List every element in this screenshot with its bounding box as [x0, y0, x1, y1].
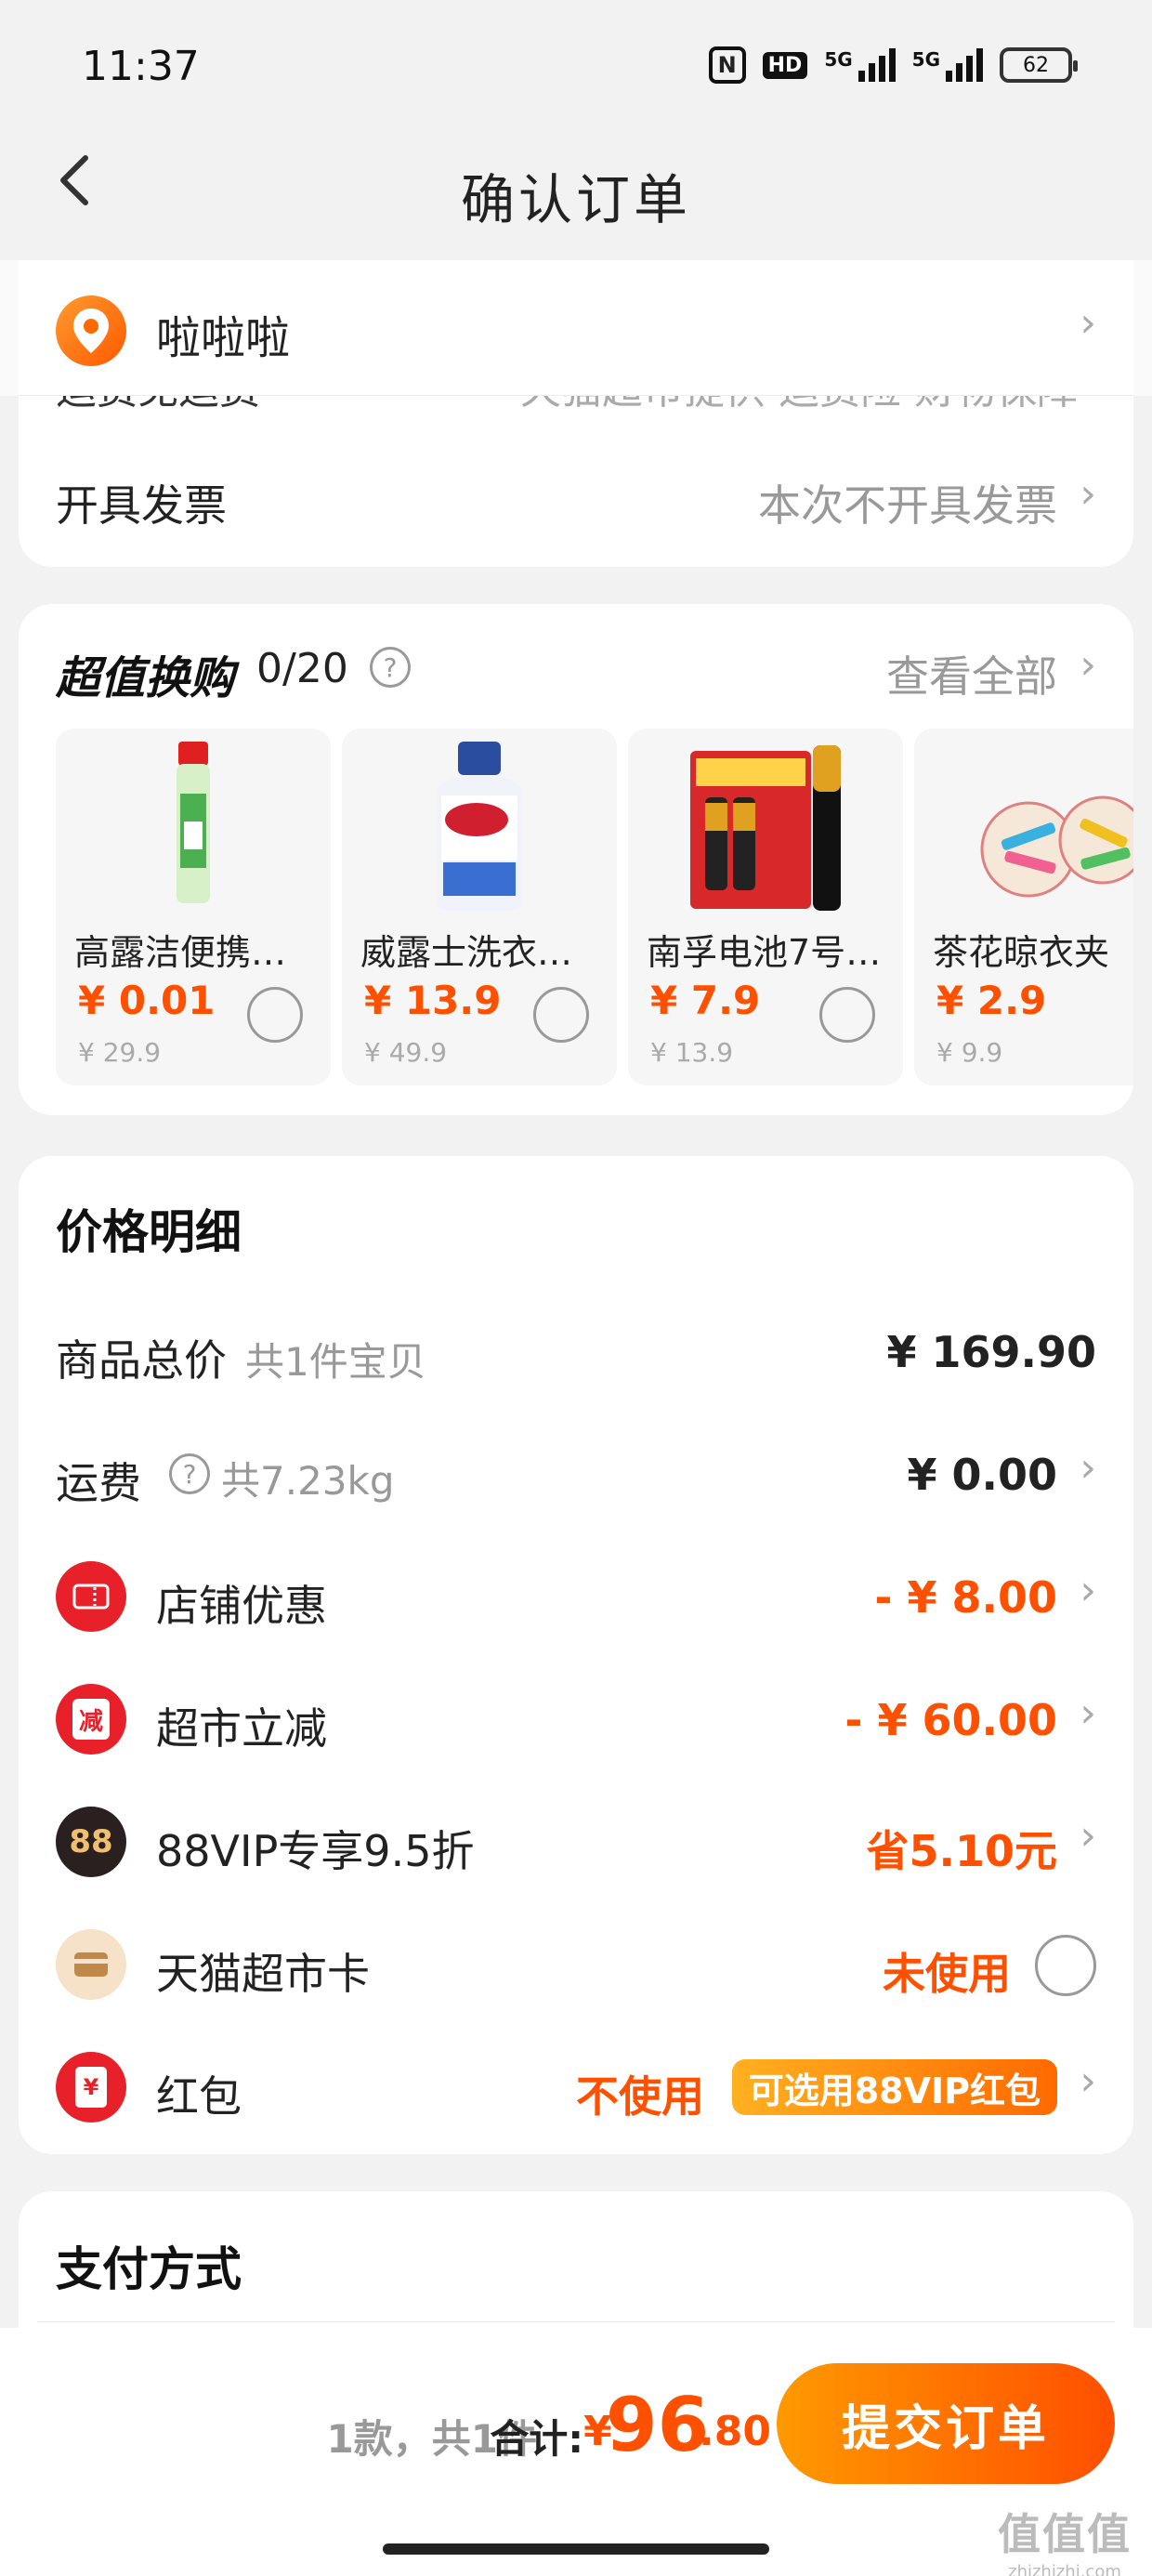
goods-total-row: 商品总价 共1件宝贝	[56, 1327, 426, 1388]
nfc-icon: N	[708, 46, 746, 84]
red-packet-value[interactable]: 不使用	[576, 2063, 704, 2124]
market-card-value: 未使用	[883, 1949, 1011, 1999]
product-name: 茶花晾衣夹	[933, 932, 1110, 973]
view-all-link[interactable]: 查看全部	[886, 643, 1057, 704]
battery-icon: 62	[1000, 47, 1078, 83]
swap-card: 超值换购 0/20 ? 查看全部 › 高露洁便携条装牙膏 ¥ 0.01 ¥ 29…	[19, 604, 1133, 1115]
chevron-right-icon: ›	[1080, 1689, 1096, 1737]
swap-product[interactable]: 高露洁便携条装牙膏 ¥ 0.01 ¥ 29.9	[56, 729, 331, 1085]
total-integer: 96	[606, 2382, 710, 2468]
chevron-right-icon: ›	[1080, 1812, 1096, 1860]
address-name: 啦啦啦	[156, 312, 291, 364]
market-discount-label: 超市立减	[156, 1703, 327, 1754]
signal-icon: 5G	[912, 48, 983, 82]
goods-total-label: 商品总价	[56, 1335, 227, 1386]
help-icon[interactable]: ?	[169, 1453, 210, 1494]
swap-count: 0/20	[256, 645, 348, 692]
price-detail-title: 价格明细	[56, 1205, 242, 1259]
address-row[interactable]: 啦啦啦 ›	[19, 260, 1133, 396]
invoice-label: 开具发票	[56, 480, 227, 531]
market-card-radio[interactable]	[1035, 1935, 1096, 1996]
invoice-value[interactable]: 本次不开具发票	[758, 472, 1057, 533]
shop-discount-label: 店铺优惠	[156, 1581, 327, 1631]
price-detail-card: 价格明细 商品总价 共1件宝贝 ¥ 169.90 运费 ? 共7.23kg ¥ 0…	[19, 1156, 1133, 2154]
vip-discount-label: 88VIP专享9.5折	[156, 1826, 475, 1876]
payment-title: 支付方式	[56, 2242, 242, 2296]
product-price: ¥ 0.01	[78, 978, 216, 1023]
vip-red-packet-badge[interactable]: 可选用88VIP红包	[731, 2059, 1057, 2115]
product-price: ¥ 2.9	[936, 978, 1047, 1023]
product-name: 高露洁便携条装牙膏	[74, 932, 320, 973]
shop-coupon-icon	[56, 1561, 126, 1632]
chevron-right-icon: ›	[1080, 1444, 1096, 1492]
nav-bar: 确认订单	[0, 121, 1152, 242]
select-radio[interactable]	[819, 987, 875, 1043]
hd-icon: HD	[762, 51, 808, 79]
goods-count: 共1件宝贝	[245, 1339, 426, 1385]
status-icons: N HD 5G 5G 62	[708, 46, 1078, 84]
market-card-label: 天猫超市卡	[156, 1949, 370, 1999]
detergent-bottle-image	[382, 738, 577, 914]
toothpaste-image	[96, 738, 291, 914]
product-original-price: ¥ 13.9	[650, 1037, 734, 1068]
total-label: 合计:	[490, 2416, 583, 2462]
market-card-icon	[56, 1929, 126, 2000]
select-radio[interactable]	[247, 987, 303, 1043]
chevron-right-icon: ›	[1080, 641, 1096, 689]
location-pin-icon	[56, 296, 126, 366]
battery-pack-image	[668, 738, 863, 914]
goods-total-value: ¥ 169.90	[886, 1327, 1096, 1377]
submit-order-button[interactable]: 提交订单	[777, 2363, 1115, 2484]
vip-88-icon: 88	[56, 1807, 126, 1877]
product-original-price: ¥ 49.9	[364, 1037, 448, 1068]
page-title: 确认订单	[460, 168, 691, 231]
status-time: 11:37	[82, 43, 200, 90]
vip-discount-value[interactable]: 省5.10元	[867, 1818, 1058, 1879]
swap-title: 超值换购	[56, 652, 235, 704]
product-name: 威露士洗衣机清洁剂	[360, 932, 606, 973]
chevron-right-icon: ›	[1080, 2057, 1096, 2105]
product-original-price: ¥ 29.9	[78, 1037, 162, 1068]
signal-icon: 5G	[824, 48, 896, 82]
red-packet-label: 红包	[156, 2071, 242, 2122]
divider	[37, 2321, 1115, 2322]
instant-discount-icon: 减	[56, 1684, 126, 1755]
chevron-right-icon: ›	[1080, 470, 1096, 518]
market-discount-value[interactable]: - ¥ 60.00	[844, 1695, 1057, 1745]
total-decimal: .80	[699, 2408, 771, 2455]
checkout-footer: 1款，共1件 合计: ¥ 96 .80 提交订单 值值值 zhizhizhi.c…	[0, 2328, 1152, 2576]
freight-value[interactable]: ¥ 0.00	[907, 1450, 1057, 1500]
shop-discount-value[interactable]: - ¥ 8.00	[874, 1572, 1057, 1623]
product-name: 南孚电池7号4粒	[647, 932, 892, 973]
home-indicator[interactable]	[383, 2543, 769, 2555]
red-packet-icon: ¥	[56, 2052, 126, 2123]
help-icon[interactable]: ?	[370, 647, 411, 688]
product-price: ¥ 13.9	[364, 978, 502, 1023]
chevron-right-icon: ›	[1080, 1567, 1096, 1614]
watermark: 值值值 zhizhizhi.com	[998, 2509, 1132, 2576]
swap-product[interactable]: 南孚电池7号4粒 ¥ 7.9 ¥ 13.9	[628, 729, 903, 1085]
freight-row: 运费	[56, 1450, 141, 1511]
swap-product[interactable]: 茶花晾衣夹 ¥ 2.9 ¥ 9.9	[914, 729, 1133, 1085]
status-bar: 11:37 N HD 5G 5G 62	[0, 0, 1152, 130]
product-original-price: ¥ 9.9	[936, 1037, 1003, 1068]
select-radio[interactable]	[533, 987, 589, 1043]
freight-label: 运费	[56, 1458, 141, 1508]
chevron-right-icon: ›	[1080, 299, 1096, 347]
swap-product-list: 高露洁便携条装牙膏 ¥ 0.01 ¥ 29.9 威露士洗衣机清洁剂 ¥ 13.9…	[56, 729, 1133, 1085]
product-price: ¥ 7.9	[650, 978, 761, 1023]
freight-weight: 共7.23kg	[221, 1458, 395, 1504]
clothespin-bag-image	[954, 738, 1133, 914]
swap-product[interactable]: 威露士洗衣机清洁剂 ¥ 13.9 ¥ 49.9	[342, 729, 617, 1085]
